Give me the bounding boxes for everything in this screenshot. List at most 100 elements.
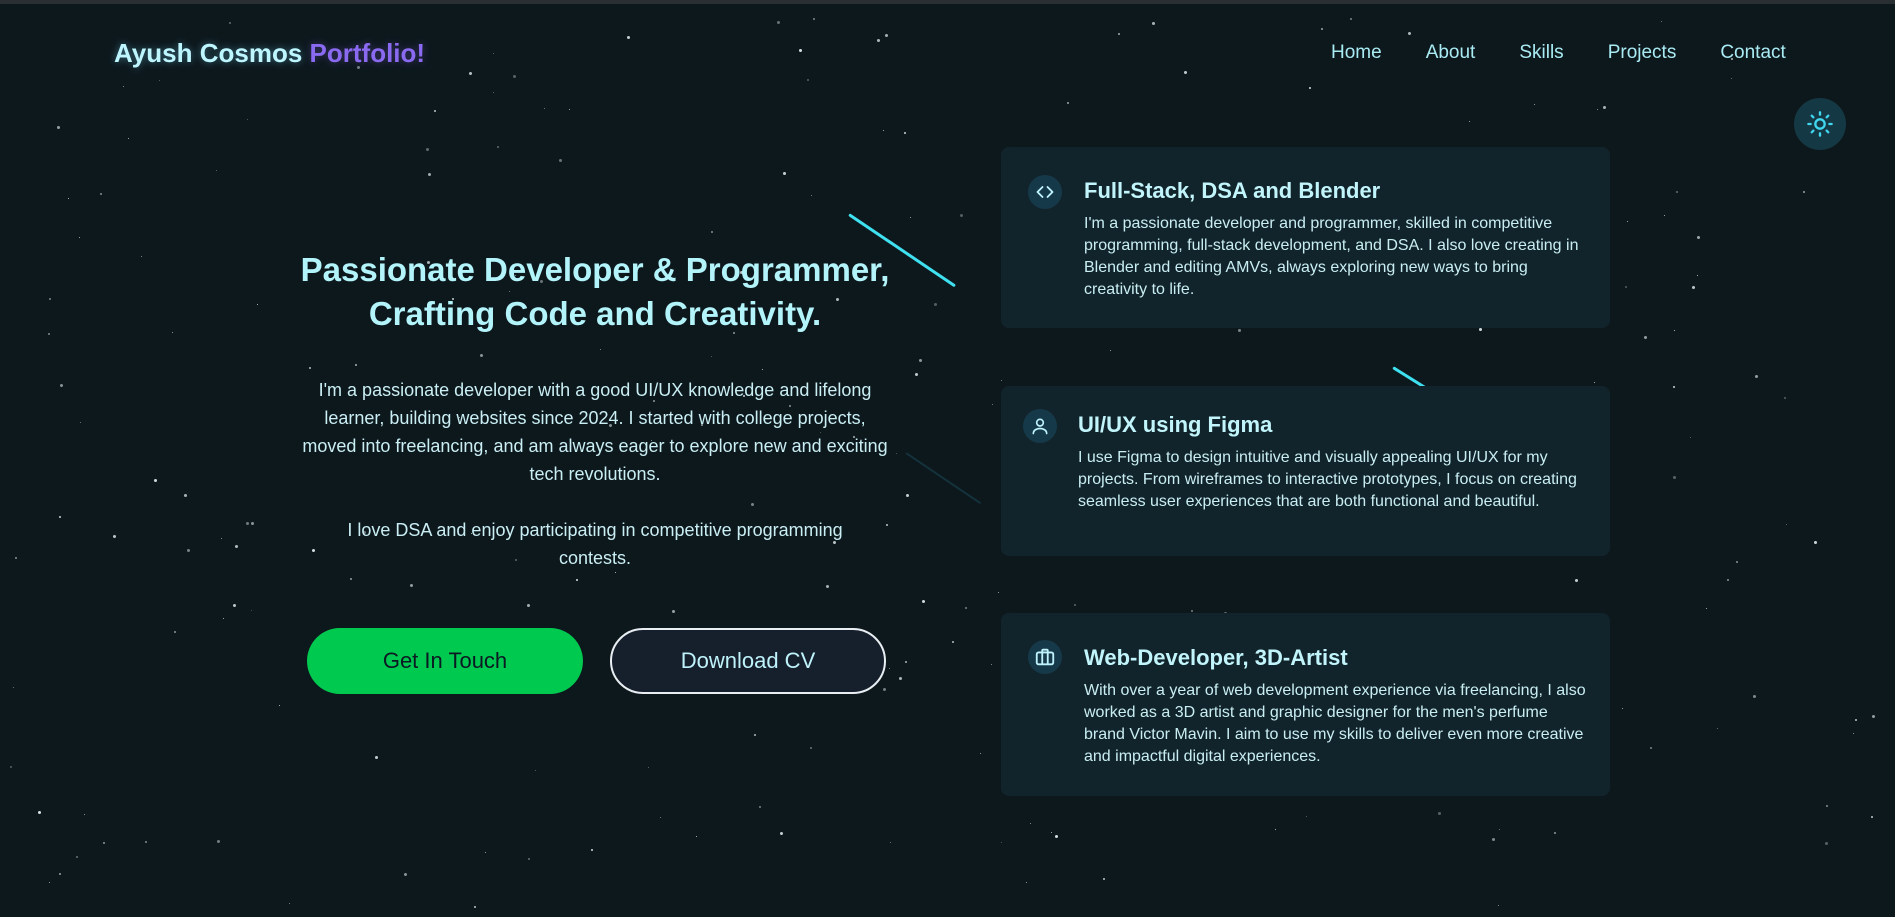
star: [235, 545, 238, 548]
star: [591, 849, 593, 851]
star: [1650, 747, 1652, 749]
star: [648, 767, 649, 768]
hero-intro-paragraph: I'm a passionate developer with a good U…: [302, 380, 888, 484]
star: [1627, 221, 1628, 222]
star: [247, 119, 248, 120]
star: [485, 852, 486, 853]
star: [59, 516, 61, 518]
star: [1697, 236, 1700, 239]
star: [660, 817, 661, 818]
star: [1644, 336, 1647, 339]
star: [1676, 191, 1678, 193]
download-cv-button[interactable]: Download CV: [610, 628, 886, 694]
star: [10, 766, 12, 768]
star: [1784, 397, 1786, 399]
star: [251, 610, 252, 611]
star: [890, 842, 891, 843]
theme-toggle-button[interactable]: [1794, 98, 1846, 150]
star: [48, 333, 50, 335]
skill-card-uiux: UI/UX using Figma I use Figma to design …: [1001, 386, 1610, 556]
star: [922, 600, 925, 603]
star: [1051, 832, 1052, 833]
star: [1871, 816, 1873, 818]
star: [426, 148, 429, 151]
get-in-touch-button[interactable]: Get In Touch: [307, 628, 583, 694]
star: [141, 256, 142, 257]
star: [1001, 842, 1002, 843]
star: [350, 578, 352, 580]
star: [434, 110, 436, 112]
star: [187, 549, 190, 552]
star: [1110, 350, 1111, 351]
star: [49, 298, 51, 300]
star: [15, 557, 17, 559]
star: [128, 138, 129, 139]
hero-heading-line2: Crafting Code and Creativity.: [368, 295, 822, 332]
star: [1692, 286, 1695, 289]
star: [1026, 882, 1027, 883]
star: [759, 806, 761, 808]
star: [1697, 275, 1698, 276]
star: [1498, 905, 1499, 906]
star: [251, 522, 254, 525]
star: [559, 159, 562, 162]
star: [934, 303, 937, 306]
star: [1753, 695, 1756, 698]
star: [527, 604, 530, 607]
star: [576, 579, 578, 581]
sun-icon: [1807, 111, 1833, 137]
star: [1238, 329, 1241, 332]
nav-skills[interactable]: Skills: [1519, 42, 1563, 64]
star: [79, 237, 80, 238]
star: [1074, 604, 1076, 606]
star: [113, 535, 116, 538]
skill-card-fullstack: Full-Stack, DSA and Blender I'm a passio…: [1001, 147, 1610, 328]
nav-about[interactable]: About: [1426, 42, 1476, 64]
star: [57, 126, 60, 129]
star: [904, 132, 906, 134]
star: [80, 422, 81, 423]
star: [145, 841, 147, 843]
star: [428, 173, 431, 176]
star: [68, 198, 69, 199]
star: [174, 631, 176, 633]
star: [1001, 380, 1002, 381]
star: [375, 756, 378, 759]
star: [76, 856, 78, 858]
star: [535, 770, 536, 771]
star: [289, 903, 290, 904]
star: [1625, 286, 1627, 288]
star: [910, 217, 911, 218]
star: [998, 592, 999, 593]
card-text: I'm a passionate developer and programme…: [1084, 215, 1579, 298]
star: [404, 873, 407, 876]
star: [980, 753, 981, 754]
nav-contact[interactable]: Contact: [1720, 42, 1785, 64]
star: [1499, 829, 1500, 830]
star: [960, 214, 963, 217]
logo-accent: Portfolio!: [309, 38, 426, 68]
star: [1575, 579, 1578, 582]
star: [246, 522, 249, 525]
star: [497, 146, 499, 148]
star: [1872, 715, 1875, 718]
star: [919, 359, 922, 362]
shooting-star-faint: [905, 452, 982, 505]
site-logo[interactable]: Ayush Cosmos Portfolio!: [114, 38, 425, 69]
star: [1706, 608, 1707, 609]
card-text: I use Figma to design intuitive and visu…: [1078, 449, 1577, 510]
star: [1690, 437, 1691, 438]
star: [172, 332, 173, 333]
star: [1275, 829, 1276, 830]
nav-projects[interactable]: Projects: [1608, 42, 1677, 64]
star: [1814, 541, 1817, 544]
main-nav: Home About Skills Projects Contact: [1331, 42, 1786, 64]
star: [991, 664, 992, 665]
star: [952, 641, 954, 643]
star: [754, 734, 756, 736]
star: [1825, 842, 1828, 845]
star: [1664, 215, 1665, 216]
star: [1469, 121, 1470, 122]
star: [59, 873, 61, 875]
nav-home[interactable]: Home: [1331, 42, 1382, 64]
